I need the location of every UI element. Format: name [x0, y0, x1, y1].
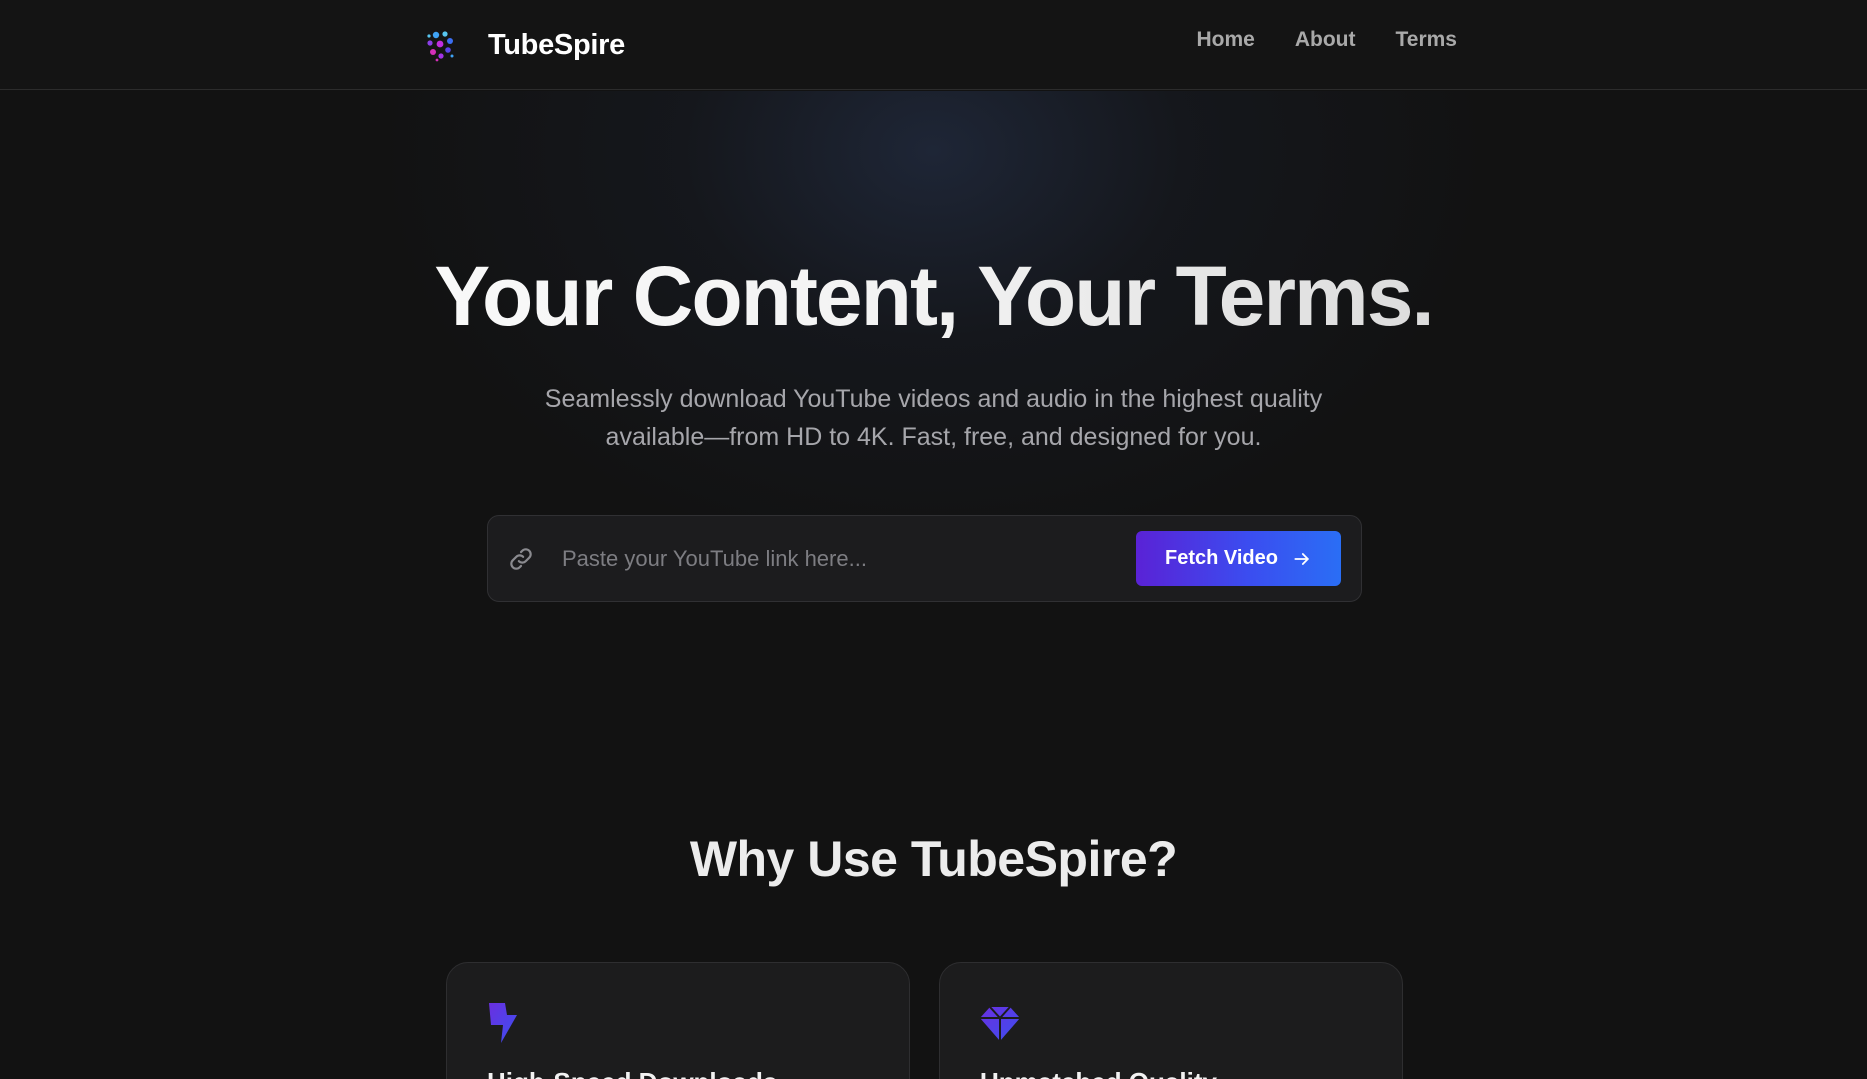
fetch-video-button[interactable]: Fetch Video [1136, 531, 1341, 586]
feature-card-title: Unmatched Quality [980, 1067, 1217, 1079]
hero-subtitle: Seamlessly download YouTube videos and a… [0, 380, 1867, 456]
nav-link-about[interactable]: About [1295, 28, 1356, 52]
url-search-bar: Fetch Video [487, 515, 1362, 602]
feature-card-title: High-Speed Downloads [487, 1067, 777, 1079]
nav-link-terms[interactable]: Terms [1396, 28, 1457, 52]
lightning-bolt-icon [489, 1003, 517, 1043]
youtube-url-input[interactable] [562, 536, 1102, 582]
molecule-logo-icon [427, 31, 454, 62]
features-section-title: Why Use TubeSpire? [689, 831, 1178, 887]
hero-title: Your Content, Your Terms. [0, 248, 1867, 345]
feature-card-quality: Unmatched Quality [939, 962, 1403, 1079]
brand[interactable]: TubeSpire [422, 24, 625, 66]
fetch-video-label: Fetch Video [1165, 547, 1278, 569]
page: TubeSpire Home About Terms Your Content,… [0, 0, 1867, 1079]
hero-subtitle-line-2: available—from HD to 4K. Fast, free, and… [605, 423, 1262, 451]
main-nav: Home About Terms [1197, 28, 1458, 52]
hero-subtitle-line-1: Seamlessly download YouTube videos and a… [544, 385, 1323, 413]
diamond-gem-icon [980, 1006, 1020, 1041]
nav-link-home[interactable]: Home [1197, 28, 1255, 52]
link-icon [510, 548, 532, 570]
site-header: TubeSpire Home About Terms [0, 0, 1867, 90]
arrow-right-icon [1294, 552, 1309, 565]
feature-card-speed: High-Speed Downloads [446, 962, 910, 1079]
brand-name: TubeSpire [488, 28, 625, 61]
